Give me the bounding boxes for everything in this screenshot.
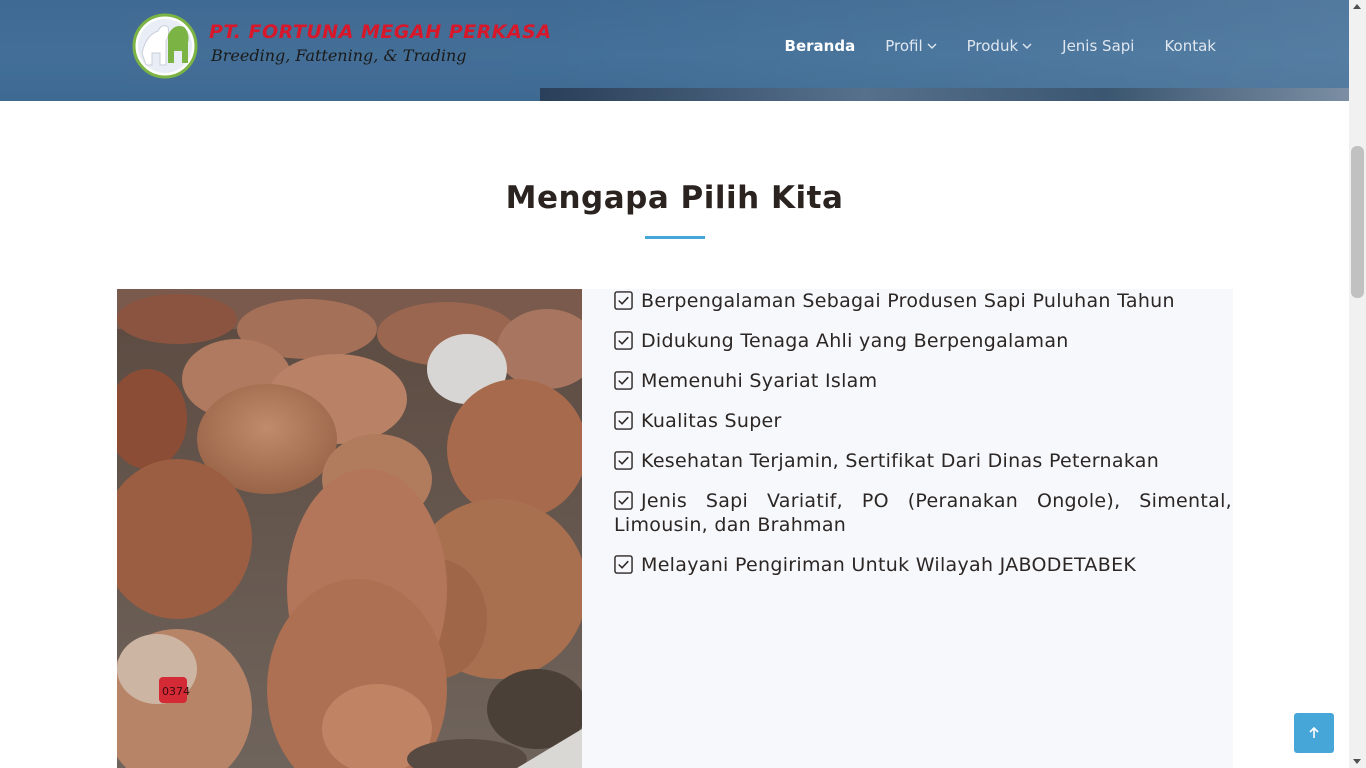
feature-text: Kesehatan Terjamin, Sertifikat Dari Dina… <box>641 450 1160 472</box>
feature-text: Melayani Pengiriman Untuk Wilayah JABODE… <box>641 554 1137 576</box>
ear-tag-text: 0374 <box>162 685 190 698</box>
check-square-icon <box>614 331 633 350</box>
nav-item-beranda[interactable]: Beranda <box>785 37 856 55</box>
section-title: Mengapa Pilih Kita <box>505 180 844 216</box>
check-square-icon <box>614 555 633 574</box>
chevron-down-icon <box>927 43 937 49</box>
title-underline <box>645 236 705 239</box>
check-square-icon <box>614 371 633 390</box>
nav-item-label: Profil <box>885 37 923 55</box>
feature-text: Kualitas Super <box>641 410 782 432</box>
nav-item-jenis-sapi[interactable]: Jenis Sapi <box>1062 37 1134 55</box>
feature-list: Berpengalaman Sebagai Produsen Sapi Pulu… <box>614 289 1232 593</box>
nav-item-produk[interactable]: Produk <box>967 37 1033 55</box>
check-square-icon <box>614 291 633 310</box>
nav-item-label: Beranda <box>784 37 856 55</box>
page-scrollbar[interactable] <box>1349 0 1366 768</box>
chevron-down-icon <box>1022 43 1032 49</box>
logo-title[interactable]: PT. FORTUNA MEGAH PERKASA <box>209 21 552 43</box>
nav-item-label: Kontak <box>1164 37 1216 55</box>
feature-text: Jenis Sapi Variatif, PO (Peranakan Ongol… <box>614 490 1232 536</box>
cattle-photo: 0374 <box>117 289 582 768</box>
cattle-photo-illustration: 0374 <box>117 289 582 768</box>
list-item: Melayani Pengiriman Untuk Wilayah JABODE… <box>614 553 1232 577</box>
logo-tagline: Breeding, Fattening, & Trading <box>211 46 467 65</box>
check-square-icon <box>614 411 633 430</box>
list-item: Berpengalaman Sebagai Produsen Sapi Pulu… <box>614 289 1232 313</box>
nav-item-label: Jenis Sapi <box>1062 37 1135 55</box>
nav-item-kontak[interactable]: Kontak <box>1164 37 1216 55</box>
feature-text: Memenuhi Syariat Islam <box>641 370 878 392</box>
list-item: Kualitas Super <box>614 409 1232 433</box>
list-item: Kesehatan Terjamin, Sertifikat Dari Dina… <box>614 449 1232 473</box>
feature-text: Didukung Tenaga Ahli yang Berpengalaman <box>641 330 1069 352</box>
logo-emblem-icon[interactable] <box>132 13 198 79</box>
check-square-icon <box>614 451 633 470</box>
scrollbar-thumb[interactable] <box>1351 146 1364 298</box>
scroll-down-icon[interactable] <box>1353 759 1361 764</box>
main-nav: Beranda Profil Produk Jenis Sapi Kontak <box>785 37 1216 55</box>
nav-item-profil[interactable]: Profil <box>885 37 937 55</box>
arrow-up-icon <box>1309 726 1319 738</box>
list-item: Didukung Tenaga Ahli yang Berpengalaman <box>614 329 1232 353</box>
feature-text: Berpengalaman Sebagai Produsen Sapi Pulu… <box>641 290 1175 312</box>
nav-item-label: Produk <box>966 37 1019 55</box>
list-item: Memenuhi Syariat Islam <box>614 369 1232 393</box>
site-header: PT. FORTUNA MEGAH PERKASA Breeding, Fatt… <box>0 0 1349 101</box>
check-square-icon <box>614 491 633 510</box>
scroll-up-icon[interactable] <box>1353 4 1361 9</box>
back-to-top-button[interactable] <box>1294 713 1334 753</box>
header-background-strip <box>540 88 1349 101</box>
list-item: Jenis Sapi Variatif, PO (Peranakan Ongol… <box>614 489 1232 537</box>
